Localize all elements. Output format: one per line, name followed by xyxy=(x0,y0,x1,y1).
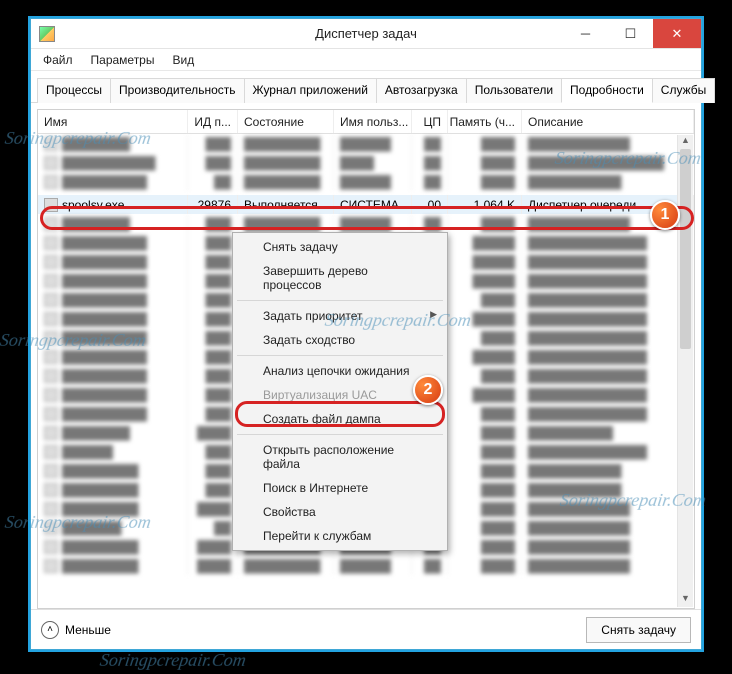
col-desc[interactable]: Описание xyxy=(522,110,694,133)
task-manager-window: Диспетчер задач ─ ☐ ✕ Файл Параметры Вид… xyxy=(30,18,702,650)
scroll-up-icon[interactable]: ▲ xyxy=(678,135,693,149)
fewer-details-label: Меньше xyxy=(65,623,111,637)
tab-processes[interactable]: Процессы xyxy=(37,78,111,103)
col-state[interactable]: Состояние xyxy=(238,110,334,133)
app-icon xyxy=(39,26,55,42)
menu-options[interactable]: Параметры xyxy=(83,51,163,69)
chevron-up-icon: ˄ xyxy=(41,621,59,639)
watermark: Soringpcrepair.Com xyxy=(99,650,248,671)
ctx-separator xyxy=(237,434,443,435)
end-task-button[interactable]: Снять задачу xyxy=(586,617,691,643)
ctx-separator xyxy=(237,300,443,301)
ctx-properties[interactable]: Свойства xyxy=(235,500,445,524)
ctx-end-tree[interactable]: Завершить дерево процессов xyxy=(235,259,445,297)
annotation-badge-1: 1 xyxy=(650,200,680,230)
close-button[interactable]: ✕ xyxy=(653,19,701,48)
ctx-end-task[interactable]: Снять задачу xyxy=(235,235,445,259)
window-buttons: ─ ☐ ✕ xyxy=(563,19,701,48)
scroll-down-icon[interactable]: ▼ xyxy=(678,593,693,607)
ctx-create-dump[interactable]: Создать файл дампа xyxy=(235,407,445,431)
col-cpu[interactable]: ЦП xyxy=(412,110,448,133)
content-area: Имя ИД п... Состояние Имя польз... ЦП Па… xyxy=(31,103,701,611)
fewer-details-button[interactable]: ˄ Меньше xyxy=(41,621,111,639)
table-row[interactable]: ████████████████████████████████████████… xyxy=(38,214,694,233)
tab-users[interactable]: Пользователи xyxy=(466,78,562,103)
tab-performance[interactable]: Производительность xyxy=(110,78,244,103)
table-row[interactable]: ████████████████████████████████████████… xyxy=(38,153,694,172)
cell-pid: 29876 xyxy=(188,195,238,214)
ctx-go-to-services[interactable]: Перейти к службам xyxy=(235,524,445,548)
footer: ˄ Меньше Снять задачу xyxy=(31,609,701,649)
ctx-set-priority[interactable]: Задать приоритет xyxy=(235,304,445,328)
menu-view[interactable]: Вид xyxy=(164,51,202,69)
cell-name: spoolsv.exe xyxy=(62,198,124,212)
menu-file[interactable]: Файл xyxy=(35,51,81,69)
process-list: Имя ИД п... Состояние Имя польз... ЦП Па… xyxy=(37,109,695,609)
ctx-search-online[interactable]: Поиск в Интернете xyxy=(235,476,445,500)
ctx-open-file-location[interactable]: Открыть расположение файла xyxy=(235,438,445,476)
minimize-button[interactable]: ─ xyxy=(563,19,608,48)
tab-startup[interactable]: Автозагрузка xyxy=(376,78,467,103)
cell-state: Выполняется xyxy=(238,195,334,214)
table-row[interactable]: ████████████████████████████████████████… xyxy=(38,556,694,575)
maximize-button[interactable]: ☐ xyxy=(608,19,653,48)
column-headers: Имя ИД п... Состояние Имя польз... ЦП Па… xyxy=(38,110,694,134)
cell-user: СИСТЕМА xyxy=(334,195,412,214)
col-name[interactable]: Имя xyxy=(38,110,188,133)
col-pid[interactable]: ИД п... xyxy=(188,110,238,133)
ctx-set-affinity[interactable]: Задать сходство xyxy=(235,328,445,352)
tabbar: Процессы Производительность Журнал прило… xyxy=(31,71,701,103)
tab-services[interactable]: Службы xyxy=(652,78,715,103)
table-row[interactable]: ████████████████████████████████████████… xyxy=(38,172,694,191)
table-row[interactable]: ████████████████████████████████████████… xyxy=(38,134,694,153)
cell-cpu: 00 xyxy=(412,195,448,214)
scrollbar[interactable]: ▲ ▼ xyxy=(677,135,693,607)
col-user[interactable]: Имя польз... xyxy=(334,110,412,133)
table-row-selected[interactable]: spoolsv.exe 29876 Выполняется СИСТЕМА 00… xyxy=(38,195,694,214)
cell-mem: 1 064 K xyxy=(448,195,522,214)
scrollbar-thumb[interactable] xyxy=(680,149,691,349)
col-mem[interactable]: Память (ч... xyxy=(448,110,522,133)
annotation-badge-2: 2 xyxy=(413,375,443,405)
titlebar: Диспетчер задач ─ ☐ ✕ xyxy=(31,19,701,49)
tab-app-history[interactable]: Журнал приложений xyxy=(244,78,377,103)
ctx-analyze-wait[interactable]: Анализ цепочки ожидания xyxy=(235,359,445,383)
tab-details[interactable]: Подробности xyxy=(561,78,653,103)
menubar: Файл Параметры Вид xyxy=(31,49,701,71)
ctx-separator xyxy=(237,355,443,356)
process-icon xyxy=(44,198,58,212)
